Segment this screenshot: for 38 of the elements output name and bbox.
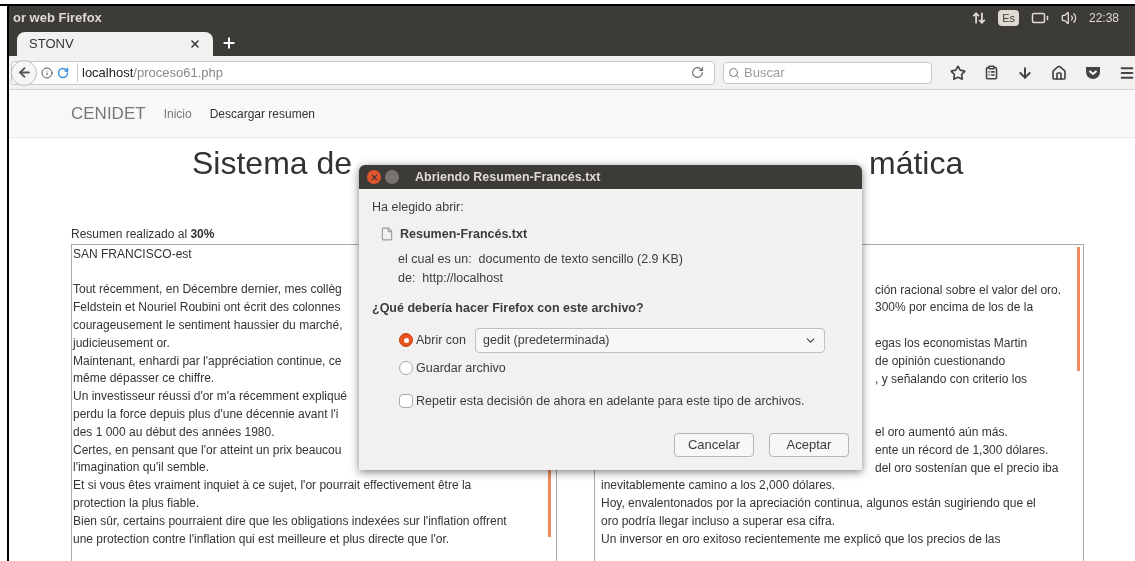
text-line: judicieusement or. <box>73 334 170 352</box>
text-line: courageusement le sentiment haussier du marché, <box>73 317 343 334</box>
file-name: Resumen-Francés.txt <box>400 225 528 243</box>
text-line: Tout récemment, en Décembre dernier, mes collèg <box>73 281 342 299</box>
text-line: Bien sûr, certains pourraient dire que les obligations indexées sur l'inflation offrent <box>73 512 507 530</box>
text-line: protection la plus fiable. <box>73 494 200 512</box>
text-line: Maintenant, enhardi par l'appréciation continue, ce <box>73 352 342 370</box>
question: ¿Qué debería hacer Firefox con este archivo? <box>372 300 644 317</box>
text-line: Certes, en pensant que l'or atteint un prix beaucou <box>73 441 342 459</box>
text-line: Et si vous êtes vraiment inquiet à ce sujet, l'or pourrait effectivement être la <box>73 477 472 495</box>
text-line: del oro sostenían que el precio iba <box>875 460 1059 475</box>
text-line: Un investisseur réussi d'or m'a récemment expliqué <box>73 388 348 406</box>
text-line: SAN FRANCISCO-est <box>73 245 192 263</box>
text-line: de opinión cuestionando <box>875 353 1006 368</box>
file-type: el cual es un: documento de texto sencillo (2.9 KB) <box>398 250 683 268</box>
text-line: ción racional sobre el valor del oro. <box>875 282 1062 297</box>
text-line: Un inversor en oro exitoso recientemente me explicó que los precios de las <box>601 531 1001 546</box>
dialog-title: Abriendo Resumen-Francés.txt <box>415 168 601 186</box>
text-line: ente un récord de 1,300 dólares. <box>875 442 1049 457</box>
page-title: Sistema de <box>192 145 353 181</box>
text-line: perdu la force depuis plus d'une décennie avant l'i <box>73 405 339 423</box>
progress-label: Resumen realizado al 30% <box>71 226 215 243</box>
window-title: or web Firefox <box>13 9 102 28</box>
text-line: Feldstein et Nouriel Roubini ont écrit des colonnes <box>73 299 341 317</box>
text-line: l'imagination qu'il semble. <box>73 459 209 477</box>
text-line: inevitablemente camino a los 2,000 dólares. <box>601 478 836 493</box>
text-line: 300% por encima de los de la <box>875 300 1034 315</box>
text-line: des 1 000 au début des années 1980. <box>73 423 275 441</box>
text-line: Hoy, envalentonados por la apreciación continua, algunos están sugiriendo que el <box>601 496 1036 511</box>
text-line: egas los economistas Martin <box>875 336 1028 350</box>
text-line: oro podría llegar incluso a superar esa cifra. <box>601 513 836 528</box>
text-line: , y señalando con criterio los <box>875 371 1028 386</box>
text-line: une protection contre l'inflation qui est meilleure et plus directe que l'or. <box>73 530 450 548</box>
text-line: même dépasser ce chiffre. <box>73 370 215 388</box>
file-source: de: http://localhost <box>398 270 503 288</box>
text-line: el oro aumentó aún más. <box>875 424 1008 439</box>
intro-text: Ha elegido abrir: <box>372 199 464 216</box>
page-title: mática <box>869 144 964 183</box>
